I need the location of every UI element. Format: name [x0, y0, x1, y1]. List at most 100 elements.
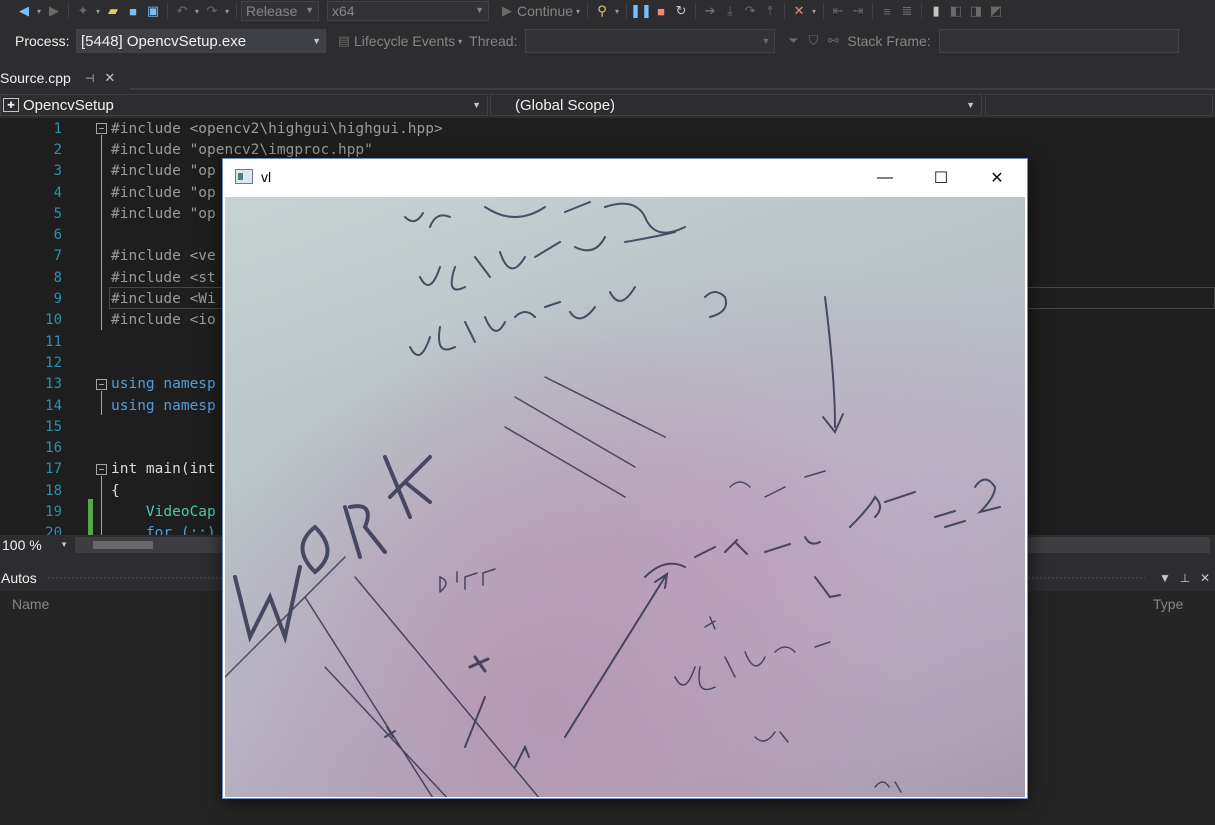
- process-select[interactable]: [5448] OpencvSetup.exe ▼: [76, 29, 326, 53]
- window-menu-icon[interactable]: ▼: [1155, 571, 1175, 585]
- lifecycle-events-button[interactable]: Lifecycle Events: [354, 33, 455, 49]
- configuration-select[interactable]: Release ▼: [241, 1, 319, 21]
- popup-title: vl: [261, 169, 272, 185]
- save-icon[interactable]: ■: [123, 2, 143, 20]
- chevron-down-icon: ▼: [60, 540, 68, 549]
- app-icon: [235, 169, 253, 184]
- close-icon[interactable]: ✕: [104, 70, 115, 86]
- forward-icon[interactable]: ▶: [44, 2, 64, 20]
- scope-select[interactable]: (Global Scope) ▼: [490, 94, 982, 116]
- indent-icon[interactable]: ⇤: [828, 2, 848, 20]
- project-select[interactable]: ✚ OpencvSetup ▼: [0, 94, 488, 116]
- pin-icon[interactable]: ⊥: [1175, 571, 1195, 585]
- show-next-statement-icon[interactable]: ➔: [700, 2, 720, 20]
- line-number: 11: [45, 333, 62, 350]
- toolbar-separator: [872, 3, 874, 19]
- breakpoint-toggle-icon[interactable]: ✕: [789, 2, 809, 20]
- stack-frame-select[interactable]: [938, 29, 1179, 53]
- close-icon[interactable]: ✕: [1195, 571, 1215, 585]
- step-into-icon[interactable]: ⤓: [720, 2, 740, 20]
- debug-location-bar: Process: [5448] OpencvSetup.exe ▼ ▤ Life…: [0, 28, 1215, 54]
- line-number: 12: [45, 354, 62, 371]
- undo-icon[interactable]: ↶: [172, 2, 192, 20]
- continue-button[interactable]: Continue: [517, 3, 573, 19]
- document-tabstrip: Source.cpp ⊣ ✕: [0, 66, 1215, 90]
- code-text: #include "op: [111, 163, 216, 180]
- lifecycle-dropdown-icon[interactable]: ▾: [455, 37, 465, 46]
- line-number: 17: [45, 461, 62, 478]
- line-number: 20: [45, 525, 62, 535]
- filter-icon[interactable]: ⏷: [783, 32, 803, 50]
- toolbar-separator: [587, 3, 589, 19]
- thread-select[interactable]: ▼: [525, 29, 776, 53]
- bookmark-icon[interactable]: ▮: [926, 2, 946, 20]
- line-number: 5: [53, 205, 62, 222]
- back-icon[interactable]: ◀: [14, 2, 34, 20]
- toolbar-separator: [823, 3, 825, 19]
- column-type[interactable]: Type: [1153, 596, 1183, 612]
- lifecycle-events-icon[interactable]: ▤: [334, 32, 354, 50]
- tab-source-cpp[interactable]: Source.cpp ⊣ ✕: [0, 66, 130, 90]
- outdent-icon[interactable]: ⇥: [848, 2, 868, 20]
- collapse-icon[interactable]: [96, 378, 107, 390]
- redo-icon[interactable]: ↷: [202, 2, 222, 20]
- toolbar-separator: [784, 3, 786, 19]
- column-name[interactable]: Name: [12, 596, 49, 612]
- save-all-icon[interactable]: ▣: [143, 2, 163, 20]
- opencv-window: vl — ☐ ✕: [222, 158, 1028, 799]
- comment-icon[interactable]: ≡: [877, 2, 897, 20]
- code-text: {: [111, 482, 120, 499]
- uncomment-icon[interactable]: ≣: [897, 2, 917, 20]
- pause-icon[interactable]: ❚❚: [630, 2, 652, 20]
- platform-select[interactable]: x64 ▼: [327, 1, 489, 21]
- stop-icon[interactable]: ■: [651, 2, 671, 20]
- pin-icon[interactable]: ⊣: [85, 72, 95, 85]
- line-number: 16: [45, 440, 62, 457]
- play-icon[interactable]: ▶: [497, 2, 517, 20]
- minimize-icon[interactable]: —: [857, 159, 913, 197]
- line-number: 15: [45, 418, 62, 435]
- step-out-icon[interactable]: ⤒: [760, 2, 780, 20]
- toolbar-separator: [167, 3, 168, 19]
- breakpoint-dropdown-icon[interactable]: ▾: [809, 7, 819, 16]
- undo-dropdown-icon[interactable]: ▾: [192, 7, 202, 16]
- collapse-icon[interactable]: [96, 123, 107, 134]
- project-icon: ✚: [3, 98, 19, 112]
- code-text: for (;;): [111, 525, 216, 535]
- member-select[interactable]: [985, 94, 1213, 116]
- zoom-select[interactable]: 100 % ▼: [0, 535, 70, 555]
- redo-dropdown-icon[interactable]: ▾: [222, 7, 232, 16]
- new-project-icon[interactable]: ✦: [73, 2, 93, 20]
- prev-bookmark-icon[interactable]: ◧: [946, 2, 966, 20]
- chevron-down-icon: ▼: [472, 100, 481, 110]
- line-number: 6: [53, 227, 62, 244]
- clear-bookmarks-icon[interactable]: ◩: [986, 2, 1006, 20]
- open-folder-icon[interactable]: ▰: [103, 2, 123, 20]
- step-over-icon[interactable]: ↷: [740, 2, 760, 20]
- line-number: 4: [53, 184, 62, 201]
- collapse-icon[interactable]: [96, 463, 107, 475]
- tab-label: Source.cpp: [0, 70, 71, 86]
- close-icon[interactable]: ✕: [969, 159, 1025, 197]
- back-dropdown-icon[interactable]: ▾: [34, 7, 44, 16]
- platform-value: x64: [332, 3, 355, 19]
- process-label: Process:: [15, 33, 70, 49]
- line-number: 18: [45, 482, 62, 499]
- maximize-icon[interactable]: ☐: [913, 159, 969, 197]
- chevron-down-icon: ▼: [312, 36, 321, 46]
- flag-filter-icon[interactable]: ⛉: [803, 32, 823, 50]
- next-bookmark-icon[interactable]: ◨: [966, 2, 986, 20]
- continue-dropdown-icon[interactable]: ▾: [573, 7, 583, 16]
- attach-dropdown-icon[interactable]: ▾: [612, 7, 622, 16]
- new-project-dropdown-icon[interactable]: ▾: [93, 7, 103, 16]
- flag-threads-icon[interactable]: ⚯: [823, 32, 843, 50]
- attach-process-icon[interactable]: ⚲: [592, 2, 612, 20]
- code-text: #include "op: [111, 184, 216, 201]
- zoom-value: 100 %: [2, 537, 42, 553]
- restart-icon[interactable]: ↻: [671, 2, 691, 20]
- popup-titlebar[interactable]: vl — ☐ ✕: [223, 159, 1027, 197]
- line-number: 14: [45, 397, 62, 414]
- scrollbar-thumb[interactable]: [93, 541, 153, 549]
- thread-label: Thread:: [469, 33, 518, 49]
- code-text: #include <ve: [111, 248, 216, 265]
